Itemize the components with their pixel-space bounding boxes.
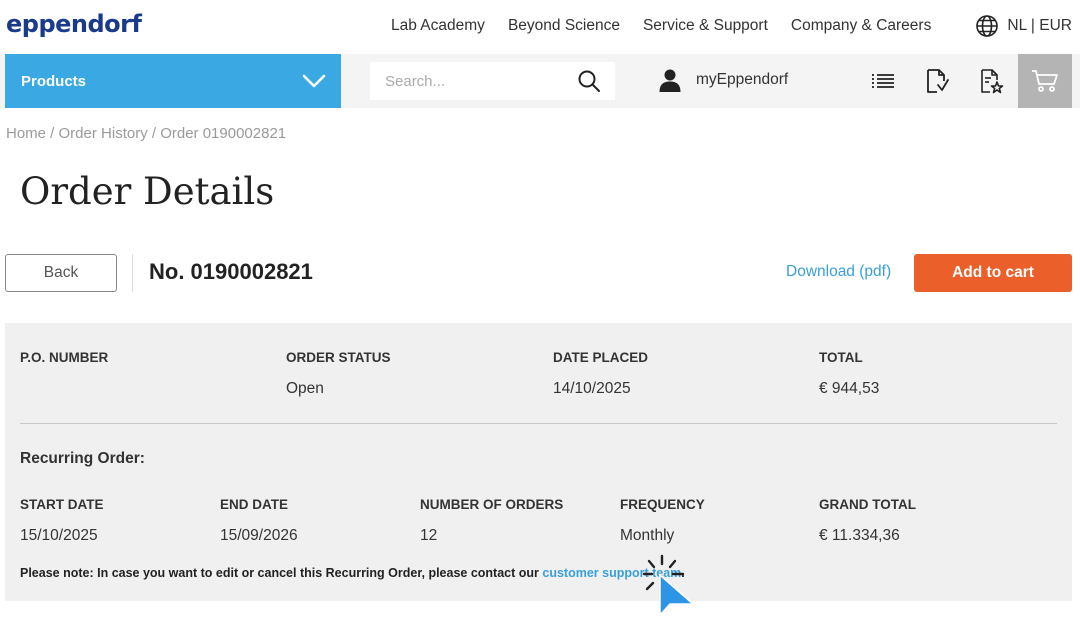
my-eppendorf-label: myEppendorf [696, 71, 789, 88]
nav-service-support[interactable]: Service & Support [643, 17, 768, 35]
frequency-value: Monthly [620, 527, 675, 544]
products-label: Products [21, 72, 87, 90]
document-star-icon[interactable] [978, 68, 1004, 94]
top-nav: Lab Academy Beyond Science Service & Sup… [391, 17, 931, 35]
order-status-label: ORDER STATUS [286, 350, 391, 365]
divider [20, 423, 1057, 424]
my-eppendorf-link[interactable]: myEppendorf [658, 68, 788, 92]
products-menu-button[interactable]: Products [5, 54, 341, 108]
main-nav-bar: Products myEppendorf [0, 54, 1080, 108]
frequency-label: FREQUENCY [620, 497, 705, 512]
globe-icon [976, 15, 999, 37]
total-label: TOTAL [819, 350, 863, 365]
end-date-label: END DATE [220, 497, 289, 512]
order-number: No. 0190002821 [149, 259, 313, 284]
locale-selector[interactable]: NL | EUR [975, 14, 1072, 38]
start-date-label: START DATE [20, 497, 104, 512]
order-status-value: Open [286, 380, 324, 397]
eppendorf-logo[interactable]: eppendorf [6, 10, 142, 38]
recurring-order-title: Recurring Order: [20, 450, 145, 467]
download-pdf-link[interactable]: Download (pdf) [786, 263, 891, 281]
search-box [370, 62, 615, 100]
date-placed-value: 14/10/2025 [553, 380, 631, 397]
nav-company-careers[interactable]: Company & Careers [791, 17, 931, 35]
user-icon [659, 69, 681, 92]
cursor-icon [642, 554, 694, 616]
top-bar: eppendorf Lab Academy Beyond Science Ser… [0, 0, 1080, 54]
search-input[interactable] [385, 72, 565, 90]
search-icon[interactable] [577, 69, 601, 93]
cart-icon [1032, 70, 1058, 92]
number-of-orders-value: 12 [420, 527, 438, 544]
start-date-value: 15/10/2025 [20, 527, 98, 544]
note-text: Please note: In case you want to edit or… [20, 566, 543, 580]
back-button[interactable]: Back [5, 254, 117, 292]
order-details-panel: P.O. NUMBER ORDER STATUS Open DATE PLACE… [5, 323, 1072, 601]
breadcrumb[interactable]: Home / Order History / Order 0190002821 [6, 125, 286, 142]
total-value: € 944,53 [819, 380, 880, 397]
cart-button[interactable] [1018, 54, 1072, 108]
chevron-down-icon [302, 74, 326, 88]
grand-total-value: € 11.334,36 [819, 527, 900, 544]
nav-lab-academy[interactable]: Lab Academy [391, 17, 485, 35]
grand-total-label: GRAND TOTAL [819, 497, 916, 512]
divider [132, 254, 133, 292]
list-icon[interactable] [870, 68, 896, 94]
po-number-label: P.O. NUMBER [20, 350, 109, 365]
nav-beyond-science[interactable]: Beyond Science [508, 17, 620, 35]
add-to-cart-button[interactable]: Add to cart [914, 254, 1072, 292]
page-title: Order Details [20, 170, 275, 213]
locale-label: NL | EUR [1007, 17, 1072, 34]
document-download-icon[interactable] [924, 68, 950, 94]
recurring-order-note: Please note: In case you want to edit or… [20, 566, 685, 580]
date-placed-label: DATE PLACED [553, 350, 649, 365]
number-of-orders-label: NUMBER OF ORDERS [420, 497, 564, 512]
end-date-value: 15/09/2026 [220, 527, 298, 544]
